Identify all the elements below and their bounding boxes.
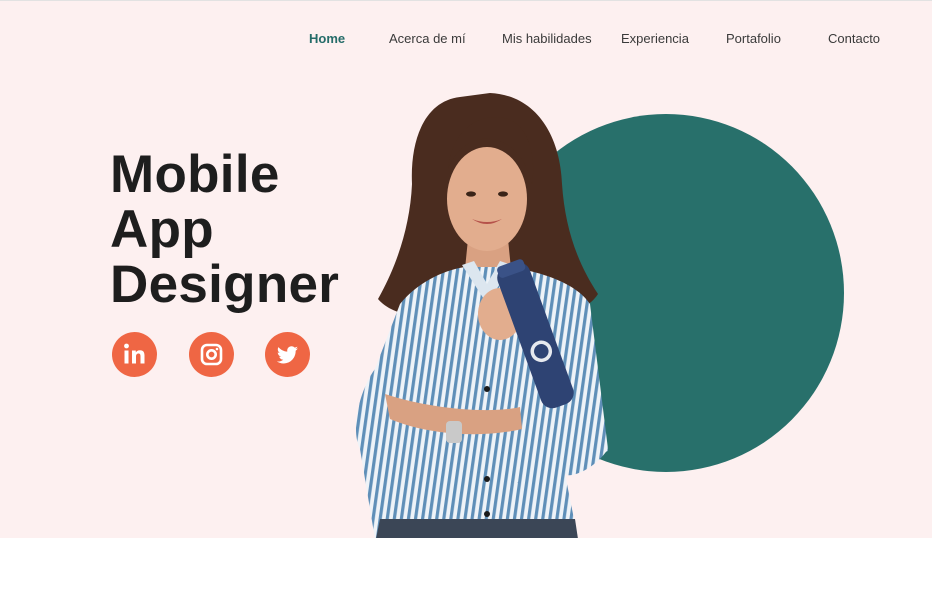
nav-item-contact[interactable]: Contacto	[828, 31, 880, 46]
nav-item-home[interactable]: Home	[309, 31, 345, 46]
twitter-icon	[276, 346, 298, 364]
nav-item-portfolio[interactable]: Portafolio	[726, 31, 781, 46]
main-nav: Home Acerca de mí Mis habilidades Experi…	[0, 31, 932, 51]
hero-title: Mobile App Designer	[110, 147, 339, 312]
hero-title-line: Mobile	[110, 145, 280, 204]
linkedin-icon	[124, 343, 145, 364]
hero-title-line: App	[110, 200, 214, 259]
twitter-button[interactable]	[265, 332, 310, 377]
instagram-icon	[200, 343, 223, 366]
hero-section: Home Acerca de mí Mis habilidades Experi…	[0, 0, 932, 538]
hero-title-line: Designer	[110, 255, 340, 314]
instagram-button[interactable]	[189, 332, 234, 377]
nav-item-about[interactable]: Acerca de mí	[389, 31, 466, 46]
nav-item-skills[interactable]: Mis habilidades	[502, 31, 592, 46]
nav-item-experience[interactable]: Experiencia	[621, 31, 689, 46]
portrait-image	[355, 93, 608, 538]
linkedin-button[interactable]	[112, 332, 157, 377]
